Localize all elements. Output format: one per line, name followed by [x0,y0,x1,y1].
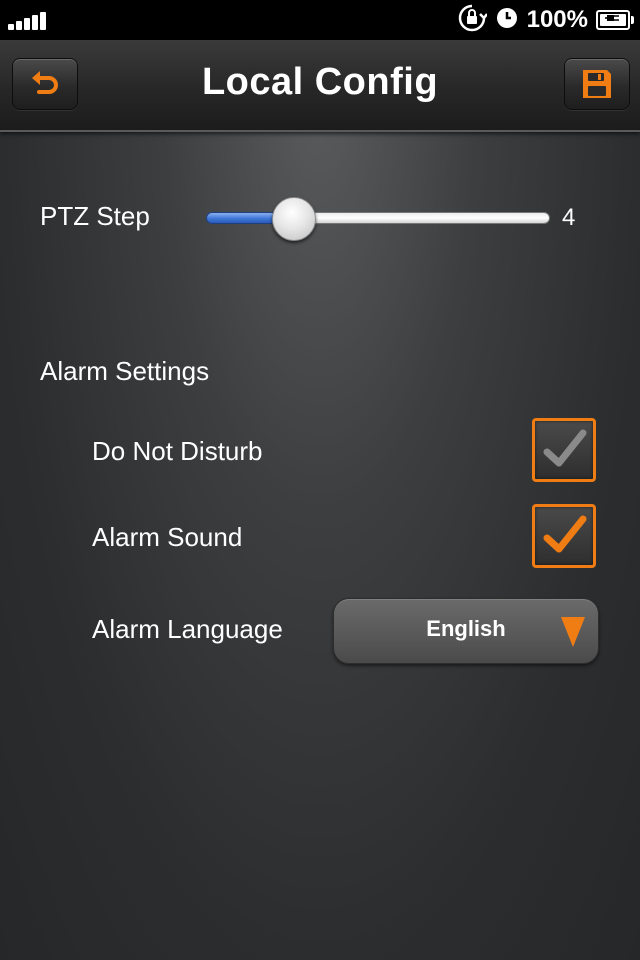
alarm-sound-checkbox[interactable] [532,504,596,568]
alarm-settings-heading: Alarm Settings [40,356,210,386]
slider-thumb[interactable] [272,197,316,241]
local-config-screen: 100% Local Config PTZ Step 4 Alarm Setti… [0,0,640,960]
status-bar: 100% [0,0,640,40]
undo-arrow-icon [32,71,58,94]
save-button[interactable] [564,58,630,110]
battery-percent: 100% [526,6,588,33]
do-not-disturb-checkbox[interactable] [532,418,596,482]
navigation-bar: Local Config [0,40,640,132]
chevron-down-icon [561,617,585,647]
check-icon [543,429,587,467]
page-title: Local Config [201,61,439,103]
alarm-clock-icon [495,6,519,35]
alarm-sound-label: Alarm Sound [92,522,243,552]
signal-bars-icon [8,10,48,30]
alarm-language-dropdown[interactable]: English [333,598,599,664]
rotation-lock-icon [457,3,488,38]
ptz-step-label: PTZ Step [40,201,150,231]
ptz-step-slider[interactable] [206,197,550,241]
ptz-step-value: 4 [562,204,576,231]
floppy-disk-icon [583,70,611,98]
do-not-disturb-label: Do Not Disturb [92,436,263,466]
alarm-language-label: Alarm Language [92,614,283,644]
back-button[interactable] [12,58,78,110]
check-icon [543,515,587,553]
battery-charging-icon [596,10,634,30]
